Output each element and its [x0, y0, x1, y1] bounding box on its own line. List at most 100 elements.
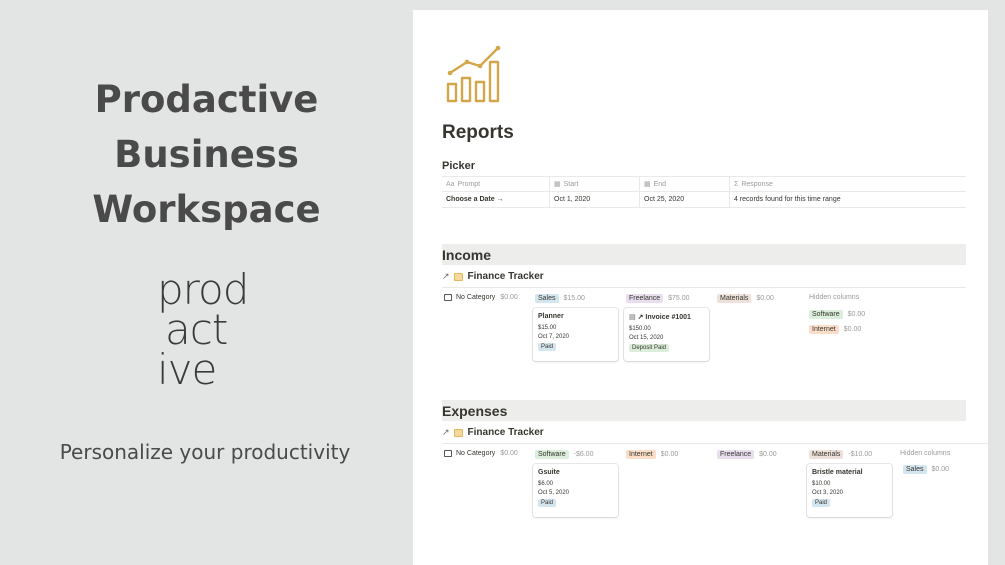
- group-amount: $0.00: [843, 326, 862, 333]
- hidden-group-internet[interactable]: Internet $0.00: [809, 325, 861, 334]
- group-amount: $15.00: [563, 295, 585, 302]
- document-icon: ▤: [629, 314, 638, 321]
- group-tag: Software: [535, 450, 569, 459]
- card-amount: $150.00: [629, 326, 651, 332]
- hidden-columns-label: Hidden columns: [900, 450, 950, 457]
- card-date: Oct 7, 2020: [538, 334, 570, 340]
- card-title-text: ↗ Invoice #1001: [637, 314, 691, 321]
- status-badge: Deposit Paid: [629, 344, 670, 352]
- card-amount: $15.00: [538, 325, 557, 331]
- db-title: Finance Tracker: [467, 427, 544, 438]
- expenses-finance-tracker-link[interactable]: ↗ Finance Tracker: [442, 427, 544, 438]
- group-no-category[interactable]: No Category $0.00: [444, 450, 518, 457]
- picker-header-row: Aa Prompt ▦ Start ▦ End Σ Response: [442, 177, 966, 192]
- page-title: Reports: [442, 122, 514, 143]
- group-tag: Sales: [903, 465, 927, 474]
- header-label: Prompt: [457, 180, 481, 188]
- card-bristle-material[interactable]: Bristle material $10.00 Oct 3, 2020 Paid: [807, 464, 892, 517]
- prodactive-logo: prod act ive: [157, 265, 267, 394]
- picker-header-end[interactable]: ▦ End: [640, 177, 730, 191]
- card-amount: $10.00: [812, 481, 831, 487]
- divider: [442, 287, 966, 288]
- promo-title: Prodactive Business Workspace: [0, 72, 413, 237]
- text-icon: Aa: [446, 180, 455, 188]
- group-amount: -$6.00: [573, 451, 594, 458]
- group-materials[interactable]: Materials $0.00: [717, 294, 774, 303]
- group-tag: Materials: [717, 294, 752, 303]
- group-sales[interactable]: Sales $15.00: [535, 294, 585, 303]
- hidden-group-software[interactable]: Software $0.00: [809, 310, 865, 319]
- group-amount: $0.00: [756, 295, 774, 302]
- group-amount: $0.00: [759, 451, 777, 458]
- picker-end-cell[interactable]: Oct 25, 2020: [640, 192, 730, 207]
- group-label: No Category: [456, 450, 496, 457]
- inbox-icon: [444, 294, 452, 301]
- logo-line: ive: [157, 345, 217, 394]
- group-tag: Software: [809, 310, 843, 319]
- picker-header-response[interactable]: Σ Response: [730, 177, 966, 191]
- group-amount: $0.00: [931, 466, 950, 473]
- calendar-icon: ▦: [644, 181, 651, 188]
- group-tag: Materials: [809, 450, 844, 459]
- hidden-group-sales[interactable]: Sales $0.00: [903, 465, 949, 474]
- card-invoice[interactable]: ▤ ↗ Invoice #1001 $150.00 Oct 15, 2020 D…: [624, 308, 709, 361]
- logo-line: act: [165, 305, 228, 354]
- group-materials[interactable]: Materials -$10.00: [809, 450, 872, 459]
- card-title: Planner: [538, 313, 564, 320]
- picker-title: Picker: [442, 160, 476, 172]
- group-label: Hidden columns: [809, 294, 860, 301]
- group-label: Hidden columns: [900, 450, 951, 457]
- group-amount: -$10.00: [848, 451, 873, 458]
- tagline: Personalize your productivity: [59, 440, 351, 464]
- promo-title-line: Workspace: [92, 188, 321, 231]
- group-amount: $0.00: [660, 451, 679, 458]
- income-heading: Income: [442, 244, 966, 265]
- header-label: Response: [741, 180, 773, 188]
- folder-icon: [453, 428, 463, 437]
- card-date: Oct 15, 2020: [629, 335, 664, 341]
- folder-icon: [453, 272, 463, 281]
- card-date: Oct 3, 2020: [812, 490, 844, 496]
- group-freelance[interactable]: Freelance $75.00: [626, 294, 690, 303]
- group-amount: $0.00: [500, 294, 518, 301]
- logo-line: prod: [157, 265, 249, 314]
- card-gsuite[interactable]: Gsuite $6.00 Oct 5, 2020 Paid: [533, 464, 618, 517]
- picker-row[interactable]: Choose a Date → Oct 1, 2020 Oct 25, 2020…: [442, 192, 966, 208]
- group-amount: $0.00: [500, 450, 518, 457]
- group-amount: $75.00: [668, 295, 690, 302]
- group-freelance[interactable]: Freelance $0.00: [717, 450, 777, 459]
- card-planner[interactable]: Planner $15.00 Oct 7, 2020 Paid: [533, 308, 618, 361]
- calendar-icon: ▦: [554, 181, 561, 188]
- picker-start-cell[interactable]: Oct 1, 2020: [550, 192, 640, 207]
- sigma-icon: Σ: [734, 180, 739, 188]
- link-arrow-icon: ↗: [442, 271, 450, 281]
- link-arrow-icon: ↗: [442, 427, 450, 437]
- card-title: Gsuite: [538, 469, 560, 476]
- header-label: Start: [563, 180, 579, 188]
- group-tag: Internet: [626, 450, 656, 459]
- group-no-category[interactable]: No Category $0.00: [444, 294, 518, 301]
- hidden-columns-label: Hidden columns: [809, 294, 859, 301]
- income-finance-tracker-link[interactable]: ↗ Finance Tracker: [442, 271, 544, 282]
- card-title: ▤ ↗ Invoice #1001: [629, 313, 704, 321]
- expenses-heading: Expenses: [442, 400, 966, 421]
- picker-response-cell: 4 records found for this time range: [734, 196, 841, 203]
- divider: [442, 443, 988, 444]
- bar-chart-line-icon: [446, 45, 501, 103]
- picker-prompt-cell[interactable]: Choose a Date →: [442, 192, 550, 207]
- promo-title-line: Prodactive: [94, 78, 319, 121]
- group-tag: Sales: [535, 294, 559, 303]
- group-internet[interactable]: Internet $0.00: [626, 450, 678, 459]
- picker-header-prompt[interactable]: Aa Prompt: [442, 177, 550, 191]
- status-badge: Paid: [538, 499, 557, 507]
- picker-header-start[interactable]: ▦ Start: [550, 177, 640, 191]
- card-date: Oct 5, 2020: [538, 490, 570, 496]
- group-tag: Freelance: [626, 294, 664, 303]
- group-software[interactable]: Software -$6.00: [535, 450, 593, 459]
- picker-table: Aa Prompt ▦ Start ▦ End Σ Response Choos…: [442, 176, 966, 208]
- notion-page: Reports Picker Aa Prompt ▦ Start ▦ End Σ…: [413, 10, 988, 565]
- status-badge: Paid: [538, 343, 557, 351]
- group-amount: $0.00: [847, 311, 866, 318]
- db-title: Finance Tracker: [467, 271, 544, 282]
- inbox-icon: [444, 450, 452, 457]
